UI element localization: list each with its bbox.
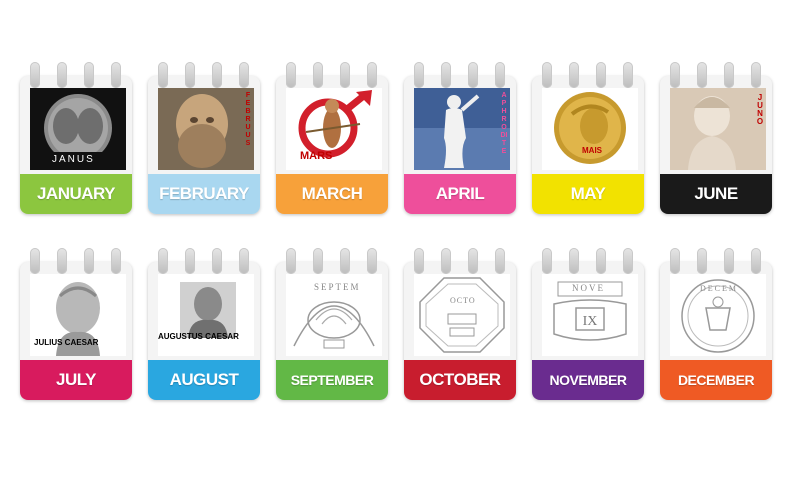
binder-rings bbox=[158, 248, 250, 274]
binder-rings bbox=[414, 62, 506, 88]
aphrodite-statue-image: APHRODITE bbox=[414, 88, 510, 170]
janus-coin-image: JANUS bbox=[30, 88, 126, 170]
binder-rings bbox=[670, 248, 762, 274]
month-label-june: JUNE bbox=[660, 174, 772, 214]
calendar-card-june: JUNO JUNE bbox=[660, 62, 772, 214]
aphrodite-caption: APHRODITE bbox=[500, 92, 508, 155]
juno-statue-image: JUNO bbox=[670, 88, 766, 170]
mars-warrior-image: MARS bbox=[286, 88, 382, 170]
octo-caption: OCTO bbox=[450, 296, 476, 305]
binder-rings bbox=[542, 248, 634, 274]
maia-gold-coin-image: MAIS bbox=[542, 88, 638, 170]
julius-caesar-bust-image: JULIUS CAESAR bbox=[30, 274, 126, 356]
calendar-card-may: MAIS MAY bbox=[532, 62, 644, 214]
month-label-december: DECEMBER bbox=[660, 360, 772, 400]
septem-caption: SEPTEM bbox=[314, 282, 361, 292]
nove-coin-sketch-image: IX NOVE bbox=[542, 274, 638, 356]
calendar-card-march: MARS MARCH bbox=[276, 62, 388, 214]
calendar-card-december: DECEM DECEMBER bbox=[660, 248, 772, 400]
binder-rings bbox=[670, 62, 762, 88]
octo-coin-sketch-image: OCTO bbox=[414, 274, 510, 356]
month-label-february: FEBRUARY bbox=[148, 174, 260, 214]
calendar-card-august: AUGUSTUS CAESAR AUGUST bbox=[148, 248, 260, 400]
maia-caption: MAIS bbox=[582, 146, 602, 155]
calendar-card-february: FEBRUUS FEBRUARY bbox=[148, 62, 260, 214]
binder-rings bbox=[542, 62, 634, 88]
calendar-card-july: JULIUS CAESAR JULY bbox=[20, 248, 132, 400]
nove-caption: NOVE bbox=[572, 283, 605, 293]
decem-coin-sketch-image: DECEM bbox=[670, 274, 766, 356]
calendar-card-september: SEPTEM SEPTEMBER bbox=[276, 248, 388, 400]
month-label-november: NOVEMBER bbox=[532, 360, 644, 400]
augustus-caesar-bust-image: AUGUSTUS CAESAR bbox=[158, 274, 254, 356]
month-label-january: JANUARY bbox=[20, 174, 132, 214]
svg-text:IX: IX bbox=[583, 314, 598, 329]
month-label-august: AUGUST bbox=[148, 360, 260, 400]
julius-caption: JULIUS CAESAR bbox=[34, 338, 99, 347]
binder-rings bbox=[158, 62, 250, 88]
calendar-card-april: APHRODITE APRIL bbox=[404, 62, 516, 214]
binder-rings bbox=[286, 62, 378, 88]
februus-statue-image: FEBRUUS bbox=[158, 88, 254, 170]
calendar-card-november: IX NOVE NOVEMBER bbox=[532, 248, 644, 400]
binder-rings bbox=[286, 248, 378, 274]
septem-coin-sketch-image: SEPTEM bbox=[286, 274, 382, 356]
binder-rings bbox=[30, 62, 122, 88]
augustus-caption: AUGUSTUS CAESAR bbox=[158, 332, 239, 341]
binder-rings bbox=[30, 248, 122, 274]
mars-caption: MARS bbox=[300, 150, 333, 162]
month-label-september: SEPTEMBER bbox=[276, 360, 388, 400]
month-calendar-grid: JANUS JANUARY FEBRUUS FEBRUARY MARS MARC… bbox=[0, 0, 800, 500]
coin-caption: JANUS bbox=[52, 154, 95, 165]
month-label-april: APRIL bbox=[404, 174, 516, 214]
decem-caption: DECEM bbox=[700, 284, 738, 293]
binder-rings bbox=[414, 248, 506, 274]
statue-caption: FEBRUUS bbox=[245, 92, 251, 147]
month-label-july: JULY bbox=[20, 360, 132, 400]
month-label-october: OCTOBER bbox=[404, 360, 516, 400]
calendar-card-october: OCTO OCTOBER bbox=[404, 248, 516, 400]
month-label-may: MAY bbox=[532, 174, 644, 214]
month-label-march: MARCH bbox=[276, 174, 388, 214]
juno-caption: JUNO bbox=[756, 93, 764, 126]
calendar-card-january: JANUS JANUARY bbox=[20, 62, 132, 214]
